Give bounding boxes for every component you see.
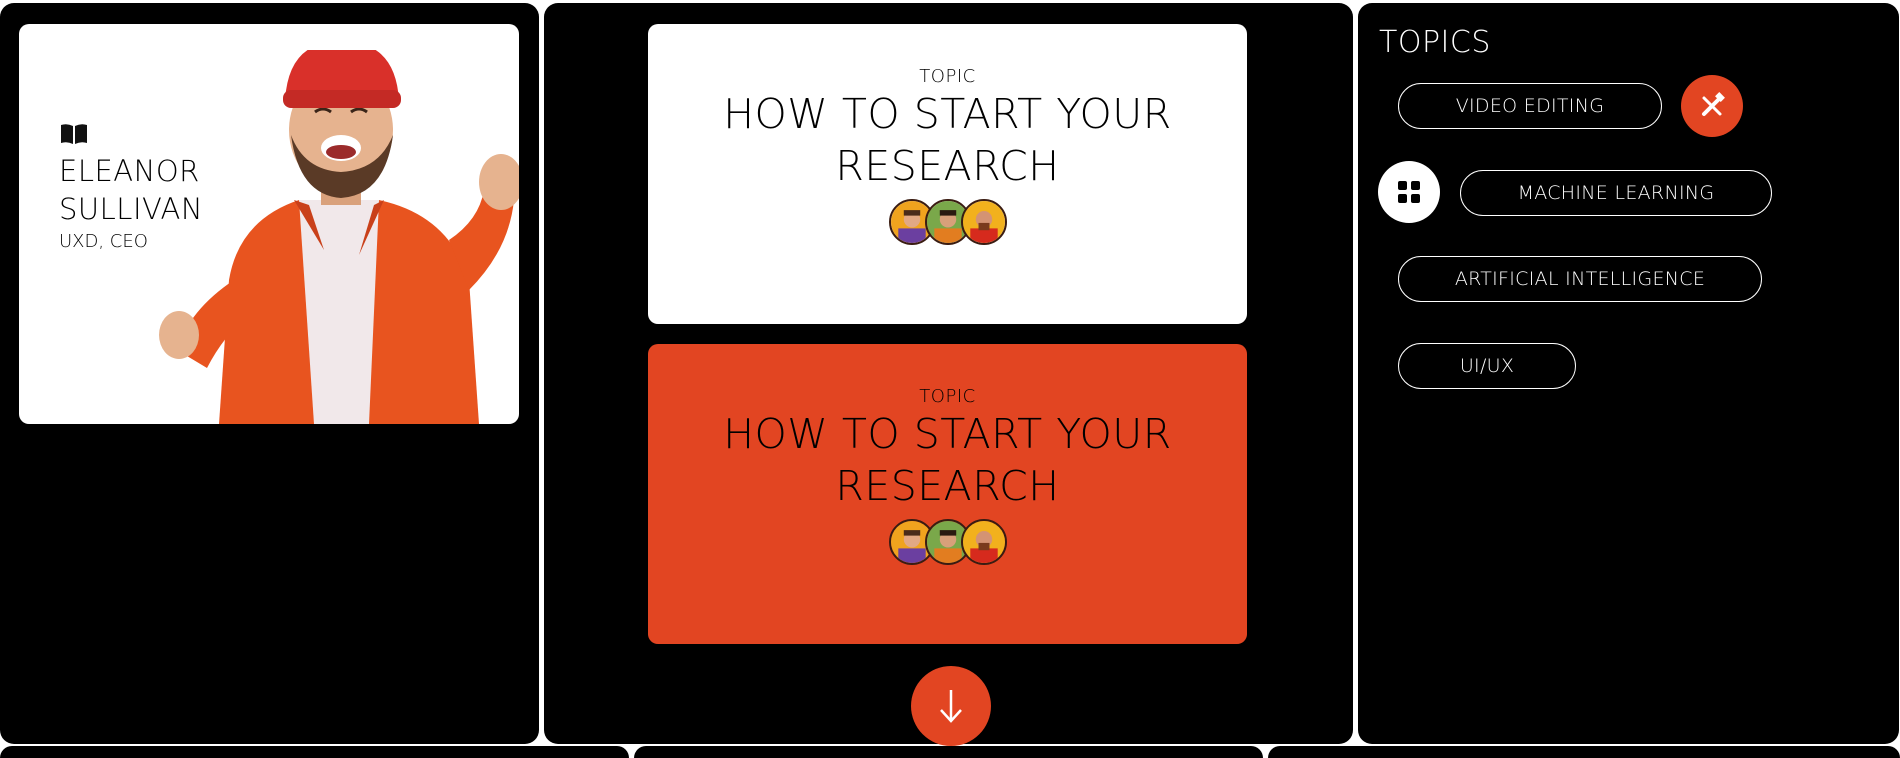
avatar bbox=[960, 199, 1007, 245]
card-title-line-2: RESEARCH bbox=[835, 462, 1060, 510]
next-row-panel bbox=[0, 746, 629, 758]
profile-photo bbox=[159, 50, 519, 424]
topics-panel: TOPICS VIDEO EDITING MACHINE LEARNING AR… bbox=[1358, 3, 1899, 744]
card-title-line-1: HOW TO START YOUR bbox=[723, 90, 1172, 138]
topic-pill-video-editing[interactable]: VIDEO EDITING bbox=[1398, 83, 1662, 129]
topic-pill-ui-ux[interactable]: UI/UX bbox=[1398, 343, 1576, 389]
topics-feed-panel: TOPIC HOW TO START YOUR RESEARCH TOPIC H… bbox=[544, 3, 1353, 746]
card-eyebrow: TOPIC bbox=[919, 66, 976, 87]
arrow-down-icon bbox=[940, 690, 962, 723]
topic-card-highlighted[interactable]: TOPIC HOW TO START YOUR RESEARCH bbox=[648, 344, 1247, 644]
avatar bbox=[960, 519, 1007, 565]
profile-panel: ELEANOR SULLIVAN UXD, CEO bbox=[0, 3, 539, 744]
grid-view-button[interactable] bbox=[1378, 161, 1440, 223]
scroll-down-button[interactable] bbox=[911, 666, 991, 746]
participant-avatars bbox=[648, 199, 1247, 245]
card-title-line-2: RESEARCH bbox=[835, 142, 1060, 190]
card-title-line-1: HOW TO START YOUR bbox=[723, 410, 1172, 458]
book-icon bbox=[61, 124, 87, 144]
edit-tools-button[interactable] bbox=[1681, 75, 1743, 137]
participant-avatars bbox=[648, 519, 1247, 565]
grid-icon bbox=[1398, 181, 1420, 203]
topic-pill-artificial-intelligence[interactable]: ARTIFICIAL INTELLIGENCE bbox=[1398, 256, 1762, 302]
topics-title: TOPICS bbox=[1379, 25, 1491, 60]
topic-pill-machine-learning[interactable]: MACHINE LEARNING bbox=[1460, 170, 1772, 216]
topic-card[interactable]: TOPIC HOW TO START YOUR RESEARCH bbox=[648, 24, 1247, 324]
edit-tools-icon bbox=[1702, 92, 1725, 116]
next-row-panel bbox=[634, 746, 1263, 758]
card-eyebrow: TOPIC bbox=[919, 386, 976, 407]
profile-card[interactable]: ELEANOR SULLIVAN UXD, CEO bbox=[19, 24, 519, 424]
next-row-panel bbox=[1268, 746, 1900, 758]
